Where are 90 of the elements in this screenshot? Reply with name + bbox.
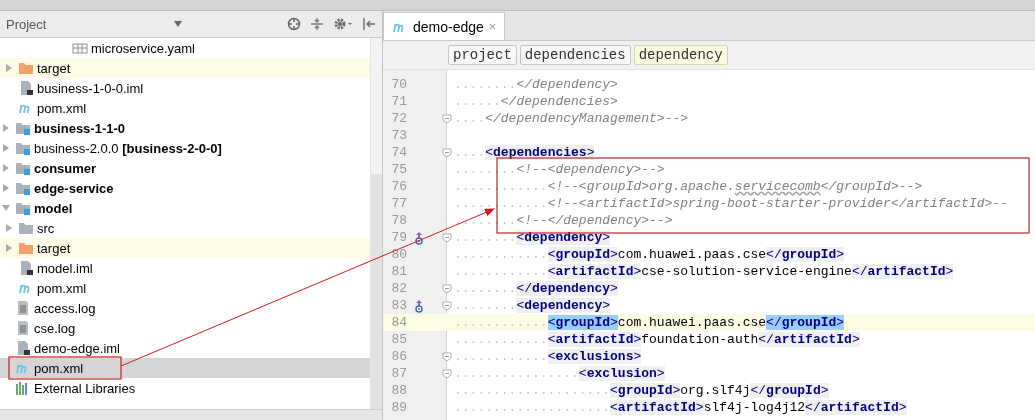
line-number: 77: [390, 195, 408, 212]
code-line: ......</dependencies>: [454, 93, 618, 110]
breadcrumb[interactable]: dependency: [633, 45, 728, 65]
fold-marker-icon[interactable]: [442, 147, 452, 158]
line-number: 78: [390, 212, 408, 229]
tree-item[interactable]: consumer: [0, 158, 370, 178]
line-number: 84: [390, 314, 408, 331]
code-line: ............<groupId>com.huawei.paas.cse</groupId>: [454, 246, 845, 263]
folder-icon: [18, 60, 34, 76]
collapse-all-icon[interactable]: [310, 17, 324, 31]
target-icon[interactable]: [287, 17, 301, 31]
tree-item[interactable]: target: [0, 238, 370, 258]
code-line: ........<dependency>: [454, 297, 611, 314]
file-icon: [15, 340, 31, 356]
tree-item[interactable]: src: [0, 218, 370, 238]
override-icon[interactable]: [414, 298, 424, 313]
file-icon: [18, 80, 34, 96]
tree-item[interactable]: business-1-0-0.iml: [0, 78, 370, 98]
folder-icon: [18, 220, 34, 236]
line-number: 86: [390, 348, 408, 365]
code-line: ............<artifactId>foundation-auth</artifactId>: [454, 331, 860, 348]
dropdown-icon[interactable]: [174, 21, 182, 27]
code-line: ............<exclusions>: [454, 348, 642, 365]
code-line: ....</dependencyManagement>-->: [454, 110, 689, 127]
line-number: 70: [390, 76, 408, 93]
file-icon: [18, 260, 34, 276]
fold-marker-icon[interactable]: [442, 368, 452, 379]
tree-item[interactable]: business-2.0.0 [business-2-0-0]: [0, 138, 370, 158]
editor-tab[interactable]: demo-edge ×: [383, 12, 506, 40]
module-folder-icon: [15, 120, 31, 136]
tree-item[interactable]: target: [0, 58, 370, 78]
text-file-icon: [15, 300, 31, 316]
tree-item[interactable]: business-1-1-0: [0, 118, 370, 138]
line-number: 79: [390, 229, 408, 246]
code-line: ............<groupId>com.huawei.paas.cse</groupId>: [454, 314, 845, 331]
code-line: ................<exclusion>: [454, 365, 665, 382]
tree-item[interactable]: pom.xml: [0, 98, 370, 118]
line-number: 87: [390, 365, 408, 382]
line-number: 85: [390, 331, 408, 348]
tree-item[interactable]: model: [0, 198, 370, 218]
line-number: 72: [390, 110, 408, 127]
code-line: ........<!--</dependency>-->: [454, 212, 673, 229]
module-folder-icon: [15, 200, 31, 216]
tree-item[interactable]: access.log: [0, 298, 370, 318]
line-number: 88: [390, 382, 408, 399]
fold-marker-icon[interactable]: [442, 113, 452, 124]
fold-marker-icon[interactable]: [442, 283, 452, 294]
line-number: 83: [390, 297, 408, 314]
tree-item[interactable]: cse.log: [0, 318, 370, 338]
tree-item[interactable]: model.iml: [0, 258, 370, 278]
line-number: 75: [390, 161, 408, 178]
line-number: 74: [390, 144, 408, 161]
breadcrumb[interactable]: project: [448, 45, 517, 65]
code-line: ............<artifactId>cse-solution-service-engine</artifactId>: [454, 263, 954, 280]
text-file-icon: [15, 320, 31, 336]
line-number: 82: [390, 280, 408, 297]
fold-marker-icon[interactable]: [442, 351, 452, 362]
code-line: ............<!--<groupId>org.apache.servicecomb</groupId>-->: [454, 178, 923, 195]
line-number: 89: [390, 399, 408, 416]
code-line: ........</dependency>: [454, 280, 618, 297]
line-number: 76: [390, 178, 408, 195]
module-folder-icon: [15, 160, 31, 176]
code-line: ....................<groupId>org.slf4j</groupId>: [454, 382, 829, 399]
code-line: ........<dependency>: [454, 229, 611, 246]
settings-icon[interactable]: [333, 17, 353, 31]
fold-marker-icon[interactable]: [442, 232, 452, 243]
tree-item[interactable]: demo-edge.iml: [0, 338, 370, 358]
code-line: ............<!--<artifactId>spring-boot-starter-provider</artifactId>--: [454, 195, 1008, 212]
line-number: 80: [390, 246, 408, 263]
module-folder-icon: [15, 140, 31, 156]
scrollbar[interactable]: [370, 38, 382, 409]
code-line: ........</dependency>: [454, 76, 618, 93]
code-line: ........<!--<dependency>-->: [454, 161, 665, 178]
tree-item[interactable]: pom.xml: [0, 358, 370, 378]
line-number: 81: [390, 263, 408, 280]
folder-icon: [18, 240, 34, 256]
horizontal-scrollbar[interactable]: [0, 409, 382, 420]
table-file-icon: [72, 40, 88, 56]
module-folder-icon: [15, 180, 31, 196]
tree-item[interactable]: External Libraries: [0, 378, 370, 398]
tree-item[interactable]: pom.xml: [0, 278, 370, 298]
line-number: 71: [390, 93, 408, 110]
tree-item[interactable]: edge-service: [0, 178, 370, 198]
breadcrumb[interactable]: dependencies: [519, 45, 631, 65]
hide-panel-icon[interactable]: [362, 17, 376, 31]
override-icon[interactable]: [414, 230, 424, 245]
fold-marker-icon[interactable]: [442, 300, 452, 311]
tree-item[interactable]: microservice.yaml: [0, 38, 370, 58]
line-number: 73: [390, 127, 408, 144]
code-line: ....................<artifactId>slf4j-log4j12</artifactId>: [454, 399, 907, 416]
